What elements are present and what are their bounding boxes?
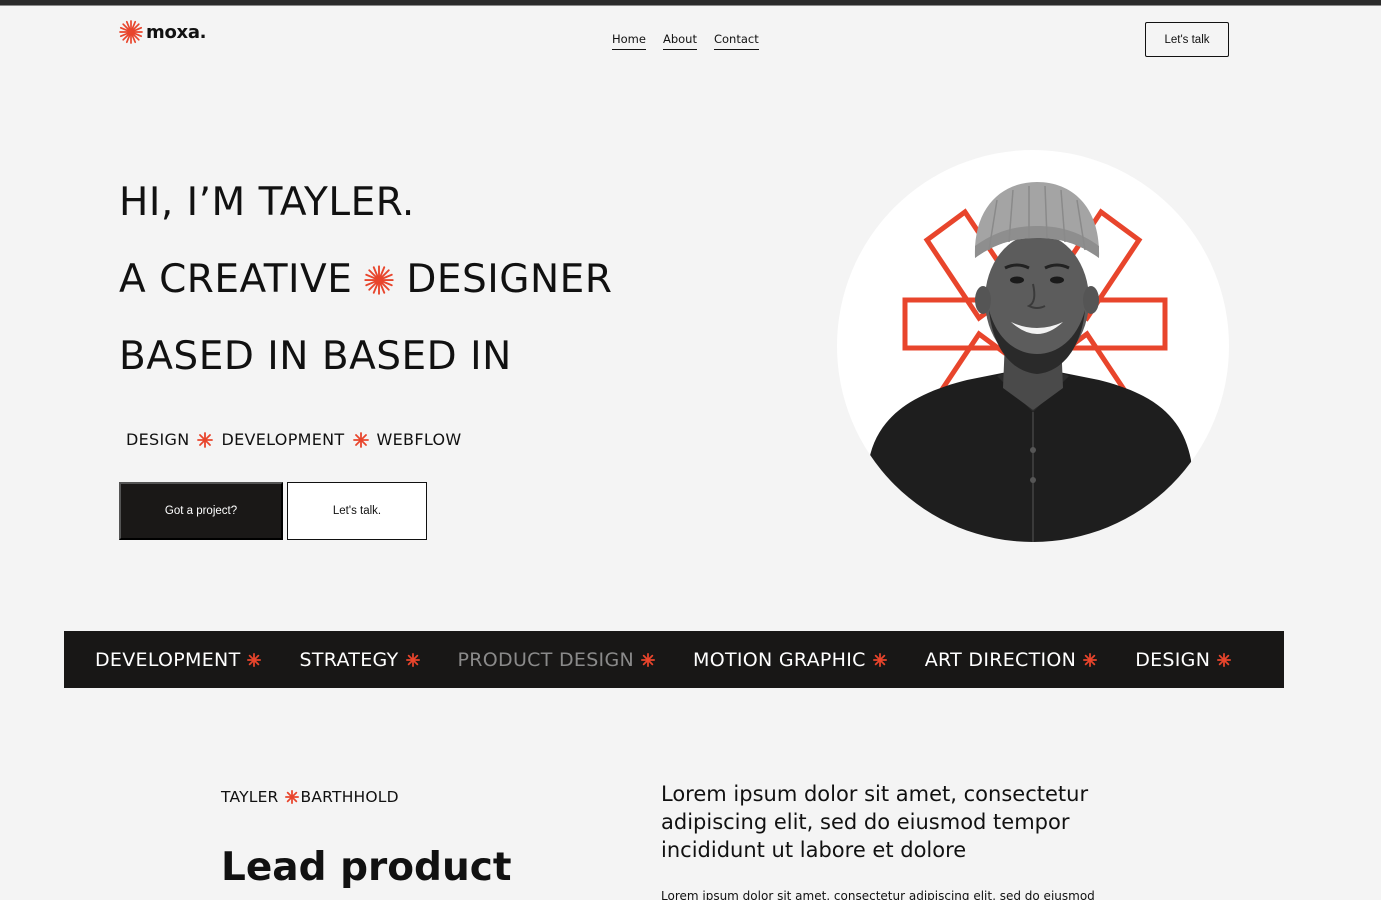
lets-talk-button[interactable]: Let's talk. [287,482,427,540]
designer-name: TAYLER BARTHHOLD [221,788,399,806]
asterisk-burst-icon [119,20,143,44]
main-nav: Home About Contact [612,32,759,50]
intro-small-paragraph: Lorem ipsum dolor sit amet, consectetur … [661,889,1095,900]
marquee-label: MOTION GRAPHIC [693,648,866,671]
nav-about[interactable]: About [662,32,697,50]
first-name: TAYLER [221,788,279,806]
star-burst-icon [352,431,369,448]
marquee-label: STRATEGY [299,648,399,671]
header-lets-talk-button[interactable]: Let's talk [1145,22,1229,57]
marquee-label: PRODUCT DESIGN [457,648,634,671]
nav-home[interactable]: Home [612,32,646,50]
skill-webflow: WEBFLOW [376,430,462,449]
marquee-label: ART DIRECTION [924,648,1077,671]
star-burst-icon [641,652,655,667]
marquee-item-strategy: STRATEGY [299,648,420,671]
marquee-item-product-design: PRODUCT DESIGN [457,648,655,671]
hero-heading-line-3: BASED IN BASED IN [119,334,512,379]
hero-heading-line-2: A CREATIVE DESIGNER [119,257,612,302]
marquee-item-motion-graphic: MOTION GRAPHIC [693,649,887,671]
marquee-item-design: DESIGN [1135,648,1232,671]
nav-contact[interactable]: Contact [713,32,759,50]
asterisk-burst-icon [364,264,395,295]
hero-heading-line-1: HI, I’M TAYLER. [119,180,415,225]
hero-line-2-end: DESIGNER [406,257,613,302]
star-burst-icon [284,790,299,804]
skill-development: DEVELOPMENT [221,430,345,449]
marquee-label: DESIGN [1135,648,1211,671]
skills-list: DESIGN DEVELOPMENT WEBFLOW [126,430,461,449]
logo-text: moxa. [146,21,207,43]
star-burst-icon [247,652,262,667]
star-burst-icon [405,652,420,667]
star-burst-icon [1217,652,1232,667]
logo[interactable]: moxa. [119,20,207,44]
marquee-item-development: DEVELOPMENT [95,648,262,671]
got-a-project-button[interactable]: Got a project? [119,482,283,540]
hero-line-2-start: A CREATIVE [119,257,353,302]
intro-paragraph: Lorem ipsum dolor sit amet, consectetur … [661,782,1089,862]
marquee-item-art-direction: ART DIRECTION [924,648,1098,671]
marquee-label: DEVELOPMENT [95,648,241,671]
star-burst-icon [1083,652,1098,667]
role-heading: Lead product [221,845,512,890]
star-burst-icon [197,431,214,448]
profile-portrait [837,150,1229,542]
browser-top-bar [0,0,1381,6]
services-marquee: DEVELOPMENT STRATEGY PRODUCT DESIGN MOTI… [64,631,1284,688]
skill-design: DESIGN [126,430,190,449]
last-name: BARTHHOLD [300,788,399,806]
star-burst-icon [872,652,887,667]
portrait-illustration [867,182,1197,542]
